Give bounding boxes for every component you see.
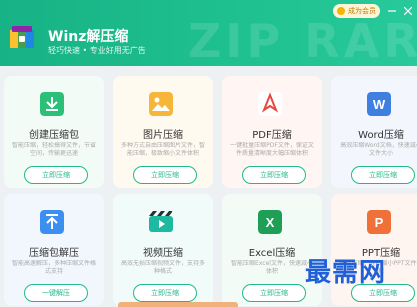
upload-icon — [40, 210, 64, 234]
app-title: Winz解压缩 — [48, 29, 129, 45]
card-title: 创建压缩包 — [29, 130, 79, 141]
card-excel-compress[interactable]: X Excel压缩 智能压缩Excel文件，快速减小体积 立即压缩 — [222, 194, 322, 306]
word-icon: W — [367, 92, 391, 116]
next-row-hint — [118, 302, 238, 307]
brand-watermark: 最需网 — [305, 258, 387, 288]
card-title: 视频压缩 — [143, 248, 183, 259]
excel-icon: X — [258, 210, 282, 234]
app-logo-icon — [10, 26, 34, 48]
app-header: ZIP RAR 7Z Winz解压缩 轻巧快速 • 专业好用无广告 成为会员 — [0, 0, 417, 66]
card-desc: 智能高速解压，多种压缩文件格式支持 — [12, 260, 96, 275]
card-video-compress[interactable]: 视频压缩 高效无损压缩视频文件，支持多种格式 立即压缩 — [113, 194, 213, 306]
image-icon — [149, 92, 173, 116]
card-title: 压缩包解压 — [29, 248, 79, 259]
card-desc: 智能压缩，轻松搞得文件，节省空间，传输更迅速 — [12, 142, 96, 157]
svg-text:P: P — [375, 215, 384, 230]
svg-text:X: X — [266, 215, 275, 230]
extract-now-button[interactable]: 一键解压 — [24, 284, 88, 302]
crown-icon — [337, 7, 345, 15]
card-desc: 高效无损压缩视频文件，支持多种格式 — [121, 260, 205, 275]
card-desc: 一键批量压缩PDF文件，保证文件质量清晰度大幅压缩体积 — [230, 142, 314, 157]
app-subtitle: 轻巧快速 • 专业好用无广告 — [48, 46, 146, 55]
card-desc: 智能压缩Excel文件，快速减小体积 — [231, 260, 313, 275]
card-desc: 高效压缩Word文档，快速减小文件大小 — [340, 142, 417, 157]
card-create-archive[interactable]: 创建压缩包 智能压缩，轻松搞得文件，节省空间，传输更迅速 立即压缩 — [4, 76, 104, 188]
pdf-icon — [258, 92, 282, 116]
svg-text:W: W — [373, 97, 386, 112]
ppt-icon: P — [367, 210, 391, 234]
compress-now-button[interactable]: 立即压缩 — [24, 166, 88, 184]
compress-now-button[interactable]: 立即压缩 — [242, 166, 306, 184]
header-watermark: ZIP RAR 7Z — [188, 14, 417, 66]
download-icon — [40, 92, 64, 116]
card-title: 图片压缩 — [143, 130, 183, 141]
video-icon — [149, 211, 173, 232]
vip-label: 成为会员 — [348, 7, 376, 15]
card-desc: 多种方式自由压缩图片文件，智能压缩，极致缩小文件体积 — [121, 142, 205, 157]
compress-now-button[interactable]: 立即压缩 — [242, 284, 306, 302]
compress-now-button[interactable]: 立即压缩 — [133, 166, 197, 184]
minimize-icon[interactable] — [386, 5, 398, 17]
card-title: Word压缩 — [358, 130, 404, 141]
become-vip-button[interactable]: 成为会员 — [333, 4, 380, 18]
close-icon[interactable] — [402, 5, 414, 17]
card-word-compress[interactable]: W Word压缩 高效压缩Word文档，快速减小文件大小 立即压缩 — [331, 76, 417, 188]
card-ppt-compress[interactable]: P PPT压缩 一键压缩，轻松缩小PPT文件体积 立即压缩 — [331, 194, 417, 306]
card-pdf-compress[interactable]: PDF压缩 一键批量压缩PDF文件，保证文件质量清晰度大幅压缩体积 立即压缩 — [222, 76, 322, 188]
card-title: PDF压缩 — [252, 130, 292, 141]
compress-now-button[interactable]: 立即压缩 — [351, 166, 415, 184]
card-image-compress[interactable]: 图片压缩 多种方式自由压缩图片文件，智能压缩，极致缩小文件体积 立即压缩 — [113, 76, 213, 188]
card-extract-archive[interactable]: 压缩包解压 智能高速解压，多种压缩文件格式支持 一键解压 — [4, 194, 104, 306]
compress-now-button[interactable]: 立即压缩 — [133, 284, 197, 302]
